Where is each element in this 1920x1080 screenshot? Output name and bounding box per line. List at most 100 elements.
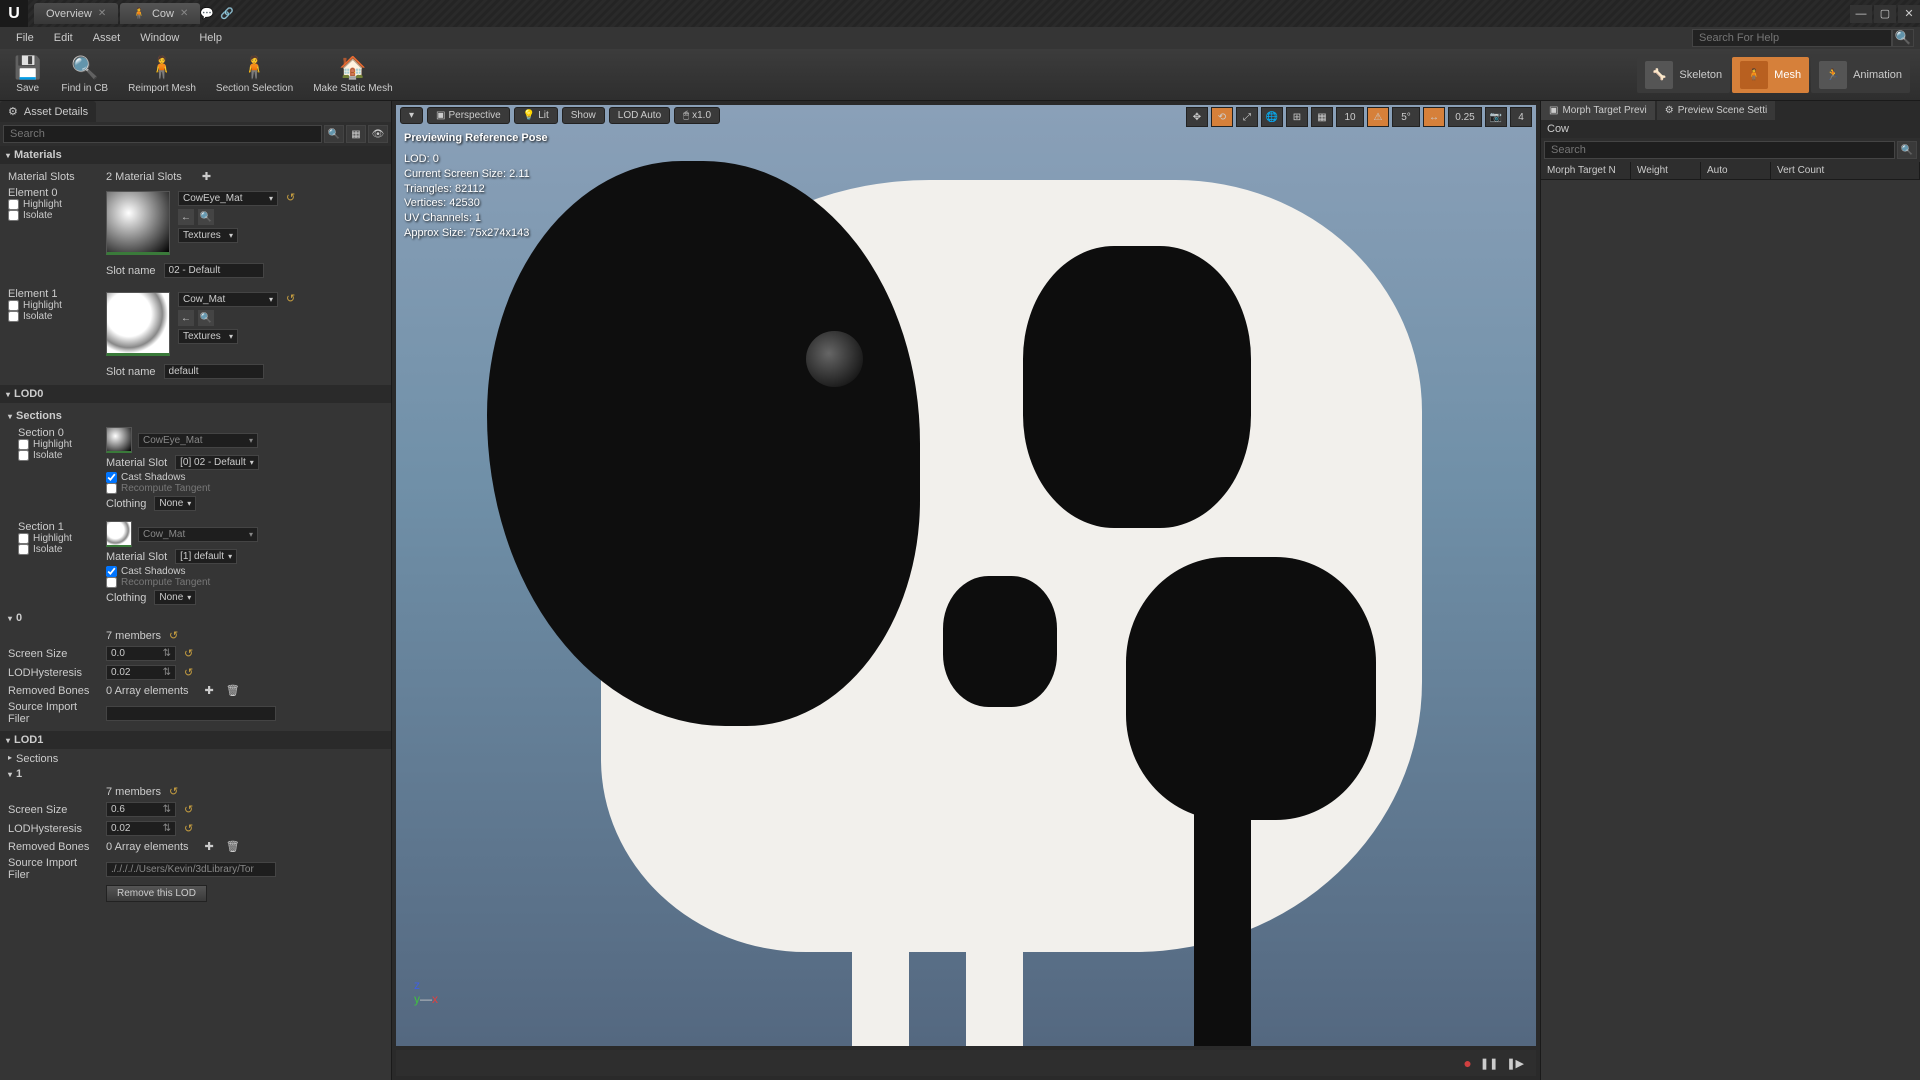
grid-icon-button[interactable]: ▦ — [346, 125, 366, 143]
material-thumb-coweye[interactable] — [106, 191, 170, 255]
add-icon[interactable]: ✚ — [205, 840, 214, 853]
sections-header[interactable]: Sections — [8, 407, 383, 425]
recompute-tangent-checkbox[interactable]: Recompute Tangent — [106, 577, 258, 588]
material-thumb-small[interactable] — [106, 427, 132, 453]
reset-icon[interactable]: ↺ — [286, 292, 295, 356]
hysteresis-input[interactable]: 0.02 — [106, 665, 176, 680]
highlight-checkbox[interactable]: Highlight — [18, 533, 98, 544]
scale-icon[interactable]: ⤢ — [1236, 107, 1258, 127]
back-icon[interactable]: ← — [178, 209, 194, 225]
morph-search-input[interactable] — [1544, 141, 1895, 159]
menu-asset[interactable]: Asset — [83, 30, 131, 46]
mode-skeleton-button[interactable]: 🦴Skeleton — [1637, 57, 1730, 93]
source-import-input[interactable] — [106, 706, 276, 721]
cast-shadows-checkbox[interactable]: Cast Shadows — [106, 472, 259, 483]
preview-scene-tab[interactable]: ⚙Preview Scene Setti — [1657, 101, 1775, 120]
menu-help[interactable]: Help — [189, 30, 232, 46]
menu-edit[interactable]: Edit — [44, 30, 83, 46]
viewport-menu-button[interactable]: ▾ — [400, 107, 423, 124]
snap-icon[interactable]: ⊞ — [1286, 107, 1308, 127]
isolate-checkbox[interactable]: Isolate — [8, 311, 98, 322]
viewport[interactable]: ▾ ▣Perspective 💡Lit Show LOD Auto 🖱x1.0 … — [392, 101, 1540, 1080]
lod1-header[interactable]: LOD1 — [0, 731, 391, 749]
isolate-checkbox[interactable]: Isolate — [18, 450, 98, 461]
maximize-button[interactable]: ▢ — [1874, 5, 1896, 23]
step-button[interactable]: ❚▶ — [1506, 1057, 1524, 1070]
scale-snap-icon[interactable]: ↔ — [1423, 107, 1445, 127]
highlight-checkbox[interactable]: Highlight — [18, 439, 98, 450]
cast-shadows-checkbox[interactable]: Cast Shadows — [106, 566, 258, 577]
material-slot-dropdown[interactable]: [1] default — [175, 549, 237, 564]
back-icon[interactable]: ← — [178, 310, 194, 326]
camera-icon[interactable]: 📷 — [1485, 107, 1507, 127]
material-dropdown[interactable]: Cow_Mat — [178, 292, 278, 307]
pause-button[interactable]: ❚❚ — [1480, 1057, 1498, 1070]
reset-icon[interactable]: ↺ — [169, 785, 178, 798]
col-vert-count[interactable]: Vert Count — [1771, 162, 1920, 179]
isolate-checkbox[interactable]: Isolate — [18, 544, 98, 555]
angle-value[interactable]: 5° — [1392, 107, 1420, 127]
speed-button[interactable]: 🖱x1.0 — [674, 107, 720, 124]
trash-icon[interactable]: 🗑 — [226, 684, 240, 697]
section-material-dropdown[interactable]: CowEye_Mat — [138, 433, 258, 448]
col-name[interactable]: Morph Target N — [1541, 162, 1631, 179]
browse-icon[interactable]: 🔍 — [198, 209, 214, 225]
rotate-icon[interactable]: ⟲ — [1211, 107, 1233, 127]
menu-window[interactable]: Window — [130, 30, 189, 46]
browse-icon[interactable]: 🔍 — [198, 310, 214, 326]
menu-file[interactable]: File — [6, 30, 44, 46]
link-icon[interactable]: 🔗 — [220, 7, 234, 20]
minimize-button[interactable]: — — [1850, 5, 1872, 23]
camera-value[interactable]: 4 — [1510, 107, 1532, 127]
remove-lod-button[interactable]: Remove this LOD — [106, 885, 207, 902]
highlight-checkbox[interactable]: Highlight — [8, 300, 98, 311]
hysteresis-input[interactable]: 0.02 — [106, 821, 176, 836]
grid-toggle-icon[interactable]: ▦ — [1311, 107, 1333, 127]
lit-button[interactable]: 💡Lit — [514, 107, 558, 124]
search-icon-button[interactable]: 🔍 — [1897, 141, 1917, 159]
scale-value[interactable]: 0.25 — [1448, 107, 1482, 127]
world-icon[interactable]: 🌐 — [1261, 107, 1283, 127]
make-static-mesh-button[interactable]: 🏠Make Static Mesh — [303, 51, 402, 99]
clothing-dropdown[interactable]: None — [154, 496, 196, 511]
close-button[interactable]: ✕ — [1898, 5, 1920, 23]
find-in-cb-button[interactable]: 🔍Find in CB — [51, 51, 118, 99]
save-button[interactable]: 💾Save — [4, 51, 51, 99]
reset-icon[interactable]: ↺ — [286, 191, 295, 255]
col-weight[interactable]: Weight — [1631, 162, 1701, 179]
reset-icon[interactable]: ↺ — [169, 629, 178, 642]
add-slot-button[interactable]: ✚ — [202, 170, 211, 183]
highlight-checkbox[interactable]: Highlight — [8, 199, 98, 210]
reset-icon[interactable]: ↺ — [184, 647, 193, 660]
material-thumb-small[interactable] — [106, 521, 132, 547]
tab-cow[interactable]: 🧍Cow✕ — [120, 3, 200, 24]
source-import-input[interactable] — [106, 862, 276, 877]
close-icon[interactable]: ✕ — [98, 8, 106, 19]
details-search-input[interactable] — [3, 125, 322, 143]
angle-snap-icon[interactable]: ⚠ — [1367, 107, 1389, 127]
show-button[interactable]: Show — [562, 107, 605, 124]
trash-icon[interactable]: 🗑 — [226, 840, 240, 853]
textures-dropdown[interactable]: Textures — [178, 329, 238, 344]
material-thumb-cow[interactable] — [106, 292, 170, 356]
section-selection-button[interactable]: 🧍Section Selection — [206, 51, 303, 99]
record-button[interactable]: ● — [1463, 1055, 1471, 1071]
col-auto[interactable]: Auto — [1701, 162, 1771, 179]
mode-mesh-button[interactable]: 🧍Mesh — [1732, 57, 1809, 93]
slot-name-input[interactable] — [164, 263, 264, 278]
lod0-group-header[interactable]: 0 — [8, 609, 383, 627]
lod0-header[interactable]: LOD0 — [0, 385, 391, 403]
help-search-button[interactable]: 🔍 — [1892, 29, 1914, 47]
move-icon[interactable]: ✥ — [1186, 107, 1208, 127]
reset-icon[interactable]: ↺ — [184, 666, 193, 679]
search-icon-button[interactable]: 🔍 — [324, 125, 344, 143]
lod1-group-header[interactable]: 1 — [8, 765, 383, 783]
clothing-dropdown[interactable]: None — [154, 590, 196, 605]
lod1-sections-label[interactable]: Sections — [16, 753, 58, 765]
recompute-tangent-checkbox[interactable]: Recompute Tangent — [106, 483, 259, 494]
lod-button[interactable]: LOD Auto — [609, 107, 670, 124]
materials-header[interactable]: Materials — [0, 146, 391, 164]
help-search-input[interactable] — [1692, 29, 1892, 47]
grid-value[interactable]: 10 — [1336, 107, 1364, 127]
reset-icon[interactable]: ↺ — [184, 803, 193, 816]
